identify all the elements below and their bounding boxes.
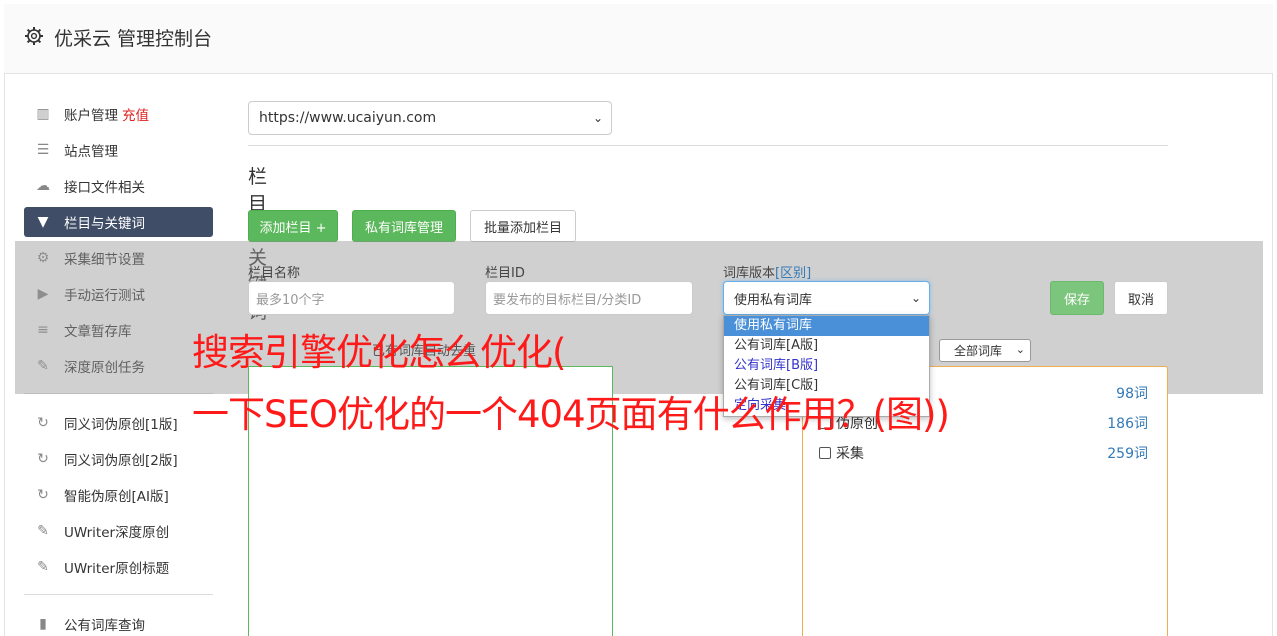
refresh-icon: ↻ [37, 415, 49, 431]
sidebar-item-label: 同义词伪原创[2版] [64, 453, 178, 469]
lib-count: 186词 [1107, 416, 1148, 432]
add-column-button[interactable]: 添加栏目 + [248, 210, 338, 242]
divider [248, 145, 1168, 146]
sidebar-item-label: 站点管理 [64, 144, 118, 160]
sidebar-item-label: 接口文件相关 [64, 180, 145, 196]
difference-link[interactable]: [区别] [775, 266, 811, 281]
cloud-upload-icon: ☁ [36, 178, 50, 194]
checkbox[interactable] [819, 447, 831, 459]
sidebar-item-ai-rewrite[interactable]: ↻ 智能伪原创[AI版] [24, 480, 213, 510]
sidebar-item-interface[interactable]: ☁ 接口文件相关 [24, 171, 213, 201]
site-select-value: https://www.ucaiyun.com [259, 110, 437, 126]
lib-version-select[interactable]: 使用私有词库 ⌄ [723, 281, 930, 315]
chevron-down-icon: ⌄ [592, 111, 603, 125]
sidebar-item-uwriter-deep[interactable]: ✎ UWriter深度原创 [24, 516, 213, 546]
sidebar-item-label: 智能伪原创[AI版] [64, 489, 169, 505]
lib-filter-select[interactable]: 全部词库 ⌄ [939, 339, 1031, 362]
sidebar-item-label: UWriter深度原创 [64, 525, 170, 541]
private-lib-button[interactable]: 私有词库管理 [352, 210, 456, 242]
chevron-down-icon: ⌄ [1015, 343, 1025, 356]
lib-version-label-text: 词库版本 [723, 266, 776, 281]
server-icon: ☰ [36, 142, 50, 158]
sidebar-item-synonym-v2[interactable]: ↻ 同义词伪原创[2版] [24, 444, 213, 474]
watermark-line-1: 搜索引擎优化怎么优化( [192, 331, 566, 374]
save-button[interactable]: 保存 [1050, 281, 1104, 315]
lib-count: 259词 [1107, 446, 1148, 462]
dropdown-option[interactable]: 使用私有词库 [724, 316, 929, 336]
column-id-input[interactable]: 要发布的目标栏目/分类ID [485, 281, 693, 315]
sidebar-item-sites[interactable]: ☰ 站点管理 [24, 135, 213, 165]
refresh-icon: ↻ [37, 487, 49, 503]
lib-version-label: 词库版本[区别] [723, 262, 811, 281]
batch-add-button[interactable]: 批量添加栏目 [470, 210, 576, 242]
sidebar-item-columns[interactable]: ▼ 栏目与关键词 [24, 207, 213, 237]
page-title: 优采云 管理控制台 [54, 28, 213, 50]
refresh-icon: ↻ [37, 451, 49, 467]
watermark-line-2: 一下SEO优化的一个404页面有什么作用？(图)) [192, 393, 950, 436]
page-header: 优采云 管理控制台 [4, 4, 1273, 74]
filter-icon: ▼ [37, 214, 49, 230]
dropdown-option[interactable]: 公有词库[A版] [724, 336, 929, 356]
edit-icon: ✎ [37, 523, 49, 539]
sidebar-item-uwriter-title[interactable]: ✎ UWriter原创标题 [24, 552, 213, 582]
column-id-label: 栏目ID [485, 266, 525, 281]
lib-count: 98词 [1116, 386, 1148, 402]
bar-chart-icon: ▥ [36, 106, 50, 122]
lib-row-label: 采集 [836, 446, 864, 462]
sidebar-item-synonym-v1[interactable]: ↻ 同义词伪原创[1版] [24, 408, 213, 438]
site-select[interactable]: https://www.ucaiyun.com ⌄ [248, 101, 612, 135]
book-icon: ▮ [39, 616, 47, 632]
sidebar-item-label: 公有词库查询 [64, 618, 145, 634]
sidebar-item-label: 同义词伪原创[1版] [64, 417, 178, 433]
cancel-button[interactable]: 取消 [1114, 281, 1168, 315]
sidebar-item-public-lib[interactable]: ▮ 公有词库查询 [24, 609, 213, 636]
sidebar-item-label: 账户管理 [64, 108, 118, 124]
column-name-label: 栏目名称 [248, 266, 301, 281]
chevron-down-icon: ⌄ [910, 291, 921, 305]
lib-filter-value: 全部词库 [954, 344, 1003, 358]
gear-icon [25, 27, 43, 45]
dropdown-option[interactable]: 公有词库[B版] [724, 356, 929, 376]
sidebar-divider [24, 594, 213, 595]
sidebar-item-label: 栏目与关键词 [64, 216, 145, 232]
sidebar-item-account[interactable]: ▥ 账户管理 充值 [24, 99, 213, 129]
lib-row[interactable]: 采集 [819, 443, 864, 463]
recharge-link[interactable]: 充值 [122, 104, 149, 124]
column-name-input[interactable]: 最多10个字 [248, 281, 455, 315]
lib-version-value: 使用私有词库 [734, 292, 813, 308]
sidebar-item-label: UWriter原创标题 [64, 561, 170, 577]
edit-icon: ✎ [37, 559, 49, 575]
